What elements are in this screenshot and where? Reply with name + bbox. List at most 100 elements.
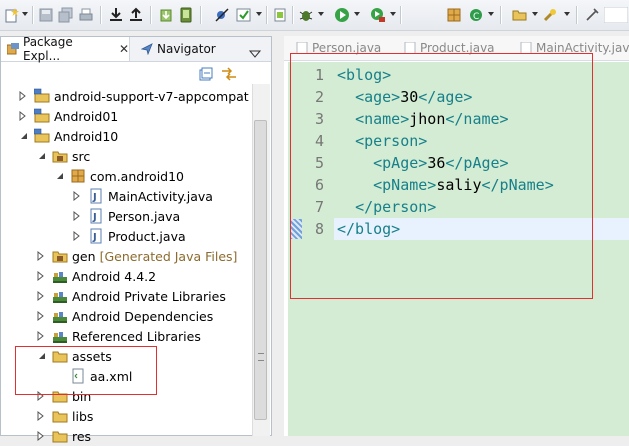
new-class-dropdown-icon[interactable] bbox=[488, 12, 494, 16]
open-type-dropdown-icon[interactable] bbox=[532, 12, 538, 16]
annotation-box-assets bbox=[15, 346, 157, 395]
tree-item-label: src bbox=[72, 148, 91, 164]
tree-item[interactable]: com.android10 bbox=[54, 166, 184, 186]
run-dropdown-icon[interactable] bbox=[354, 12, 360, 16]
new-java-package-icon[interactable] bbox=[446, 6, 462, 23]
search-dropdown-icon[interactable] bbox=[564, 12, 570, 16]
download-icon[interactable] bbox=[158, 6, 174, 23]
collapsed-twisty-icon[interactable] bbox=[72, 211, 82, 221]
search-icon[interactable] bbox=[542, 6, 558, 23]
check-icon[interactable] bbox=[236, 6, 252, 23]
tree-item-label: Android Dependencies bbox=[72, 308, 214, 324]
toolbar-separator bbox=[200, 6, 202, 24]
source-folder-icon bbox=[52, 148, 68, 164]
collapsed-twisty-icon[interactable] bbox=[72, 231, 82, 241]
export-icon[interactable] bbox=[128, 6, 144, 23]
expanded-twisty-icon[interactable] bbox=[36, 151, 46, 161]
svg-text:C: C bbox=[473, 12, 479, 22]
tree-item[interactable]: Android Private Libraries bbox=[36, 286, 226, 306]
tab-package-explorer[interactable]: Package Expl... ✕ bbox=[1, 35, 130, 63]
new-java-class-icon[interactable]: C bbox=[468, 6, 484, 23]
toolbar-separator bbox=[100, 6, 102, 24]
tree-item[interactable]: android-support-v7-appcompat bbox=[18, 86, 249, 106]
debug-icon[interactable] bbox=[298, 6, 314, 23]
check-dropdown-icon[interactable] bbox=[256, 12, 262, 16]
tree-item-label: Android 4.4.2 bbox=[72, 268, 157, 284]
breakpoint-skip-icon[interactable] bbox=[214, 6, 230, 23]
toolbar-separator bbox=[500, 6, 502, 24]
tab-navigator[interactable]: Navigator bbox=[135, 37, 245, 61]
collapsed-twisty-icon[interactable] bbox=[36, 271, 46, 281]
new-dropdown-icon[interactable] bbox=[22, 12, 28, 16]
import-icon[interactable] bbox=[108, 6, 124, 23]
tree-item[interactable]: J Person.java bbox=[72, 206, 180, 226]
library-icon bbox=[52, 268, 68, 284]
java-file-icon: J bbox=[88, 188, 104, 204]
tree-item-label: Referenced Libraries bbox=[72, 328, 201, 344]
tree-item-label: Android10 bbox=[54, 128, 119, 144]
new-icon[interactable] bbox=[4, 6, 20, 23]
tree-item-label: Person.java bbox=[108, 208, 181, 224]
tree-item[interactable]: res bbox=[36, 426, 91, 446]
tree-item[interactable]: gen [Generated Java Files] bbox=[36, 246, 237, 266]
folder-icon bbox=[52, 428, 68, 444]
print-icon[interactable] bbox=[78, 6, 94, 23]
expanded-twisty-icon[interactable] bbox=[18, 131, 28, 141]
tree-item[interactable]: J Product.java bbox=[72, 226, 186, 246]
collapsed-twisty-icon[interactable] bbox=[36, 251, 46, 261]
collapsed-twisty-icon[interactable] bbox=[36, 431, 46, 441]
folder-icon bbox=[52, 408, 68, 424]
collapsed-twisty-icon[interactable] bbox=[36, 411, 46, 421]
sash[interactable] bbox=[272, 36, 284, 436]
debug-dropdown-icon[interactable] bbox=[318, 12, 324, 16]
scrollbar-thumb[interactable] bbox=[254, 120, 267, 420]
tree-item[interactable]: Android01 bbox=[18, 106, 118, 126]
tree-item-label: Android01 bbox=[54, 108, 119, 124]
tree-item-label: android-support-v7-appcompat bbox=[54, 88, 249, 104]
package-icon bbox=[70, 168, 86, 184]
navigator-icon bbox=[140, 43, 153, 56]
toolbar-overflow-icon[interactable] bbox=[604, 6, 628, 23]
tree-item-decoration: [Generated Java Files] bbox=[99, 248, 238, 264]
toolbar-separator bbox=[292, 6, 294, 24]
external-tools-icon[interactable] bbox=[370, 6, 386, 23]
collapsed-twisty-icon[interactable] bbox=[18, 111, 28, 121]
save-icon[interactable] bbox=[38, 6, 54, 23]
view-tab-bar: Package Expl... ✕ Navigator bbox=[1, 35, 271, 63]
collapsed-twisty-icon[interactable] bbox=[36, 291, 46, 301]
tree-item-label: libs bbox=[72, 408, 94, 424]
tree-item[interactable]: Android10 bbox=[18, 126, 118, 146]
tree-item[interactable]: J MainActivity.java bbox=[72, 186, 213, 206]
svg-text:J: J bbox=[92, 212, 97, 223]
tree-item[interactable]: Referenced Libraries bbox=[36, 326, 201, 346]
expanded-twisty-icon[interactable] bbox=[54, 171, 64, 181]
run-icon[interactable] bbox=[334, 6, 350, 23]
android-sdk-icon[interactable] bbox=[178, 6, 194, 23]
close-icon[interactable]: ✕ bbox=[119, 42, 129, 56]
tree-item[interactable]: src bbox=[36, 146, 90, 166]
open-type-icon[interactable] bbox=[512, 6, 528, 23]
tree-item[interactable]: libs bbox=[36, 406, 93, 426]
new-android-project-icon[interactable] bbox=[272, 6, 288, 23]
collapsed-twisty-icon[interactable] bbox=[36, 311, 46, 321]
tree-item[interactable]: Android Dependencies bbox=[36, 306, 213, 326]
tab-package-explorer-label: Package Expl... bbox=[23, 35, 73, 63]
save-all-icon[interactable] bbox=[58, 6, 74, 23]
tab-navigator-label: Navigator bbox=[157, 42, 216, 56]
collapsed-twisty-icon[interactable] bbox=[18, 91, 28, 101]
main-toolbar: C bbox=[0, 0, 629, 31]
external-tools-dropdown-icon[interactable] bbox=[390, 12, 396, 16]
collapse-all-icon[interactable] bbox=[199, 66, 213, 85]
collapsed-twisty-icon[interactable] bbox=[36, 331, 46, 341]
tree-item[interactable]: Android 4.4.2 bbox=[36, 266, 156, 286]
project-icon bbox=[34, 128, 50, 144]
library-icon bbox=[52, 328, 68, 344]
collapsed-twisty-icon[interactable] bbox=[72, 191, 82, 201]
project-icon bbox=[34, 108, 50, 124]
link-with-editor-icon[interactable] bbox=[221, 66, 237, 85]
source-folder-icon bbox=[52, 248, 68, 264]
annotation-icon[interactable] bbox=[584, 6, 600, 23]
svg-text:J: J bbox=[92, 232, 97, 243]
tree-item-label: com.android10 bbox=[90, 168, 185, 184]
view-menu-icon[interactable] bbox=[248, 44, 262, 63]
